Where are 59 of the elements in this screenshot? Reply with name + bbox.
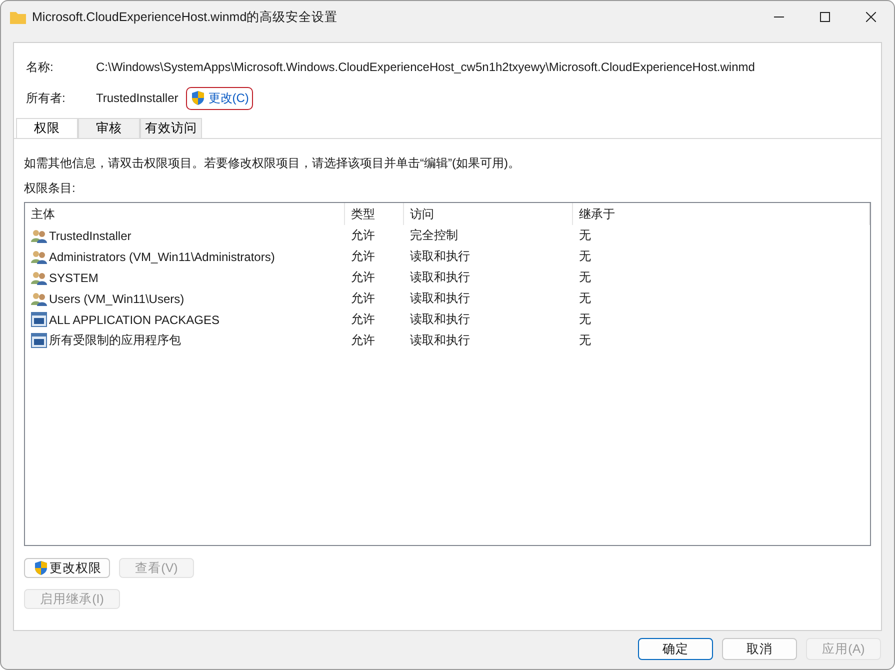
principal-name: TrustedInstaller — [49, 228, 132, 242]
app-window-icon — [31, 333, 47, 348]
object-path: C:\Windows\SystemApps\Microsoft.Windows.CloudExperienceHost_cw5n1h2txyewy\Microsoft.CloudExperienceHost.winmd — [96, 60, 755, 74]
shield-icon — [32, 560, 48, 576]
table-cell-text: 读取和执行 — [409, 311, 471, 328]
table-cell-text: 允许 — [350, 248, 376, 265]
tab[interactable]: 有效访问 — [140, 118, 202, 138]
principal-cell[interactable]: Users (VM_Win11\Users) — [25, 292, 345, 306]
principal-name: ALL APPLICATION PACKAGES — [49, 312, 220, 326]
users-icon — [31, 270, 47, 284]
entries-label: 权限条目: — [24, 180, 76, 197]
principal-cell[interactable]: 所有受限制的应用程序包 — [25, 332, 345, 349]
owner-label: 所有者: — [26, 90, 66, 106]
principal-name: 所有受限制的应用程序包 — [49, 332, 181, 349]
principal-cell[interactable]: ALL APPLICATION PACKAGES — [25, 312, 345, 327]
table-cell-text: 完全控制 — [409, 227, 459, 244]
window-title: Microsoft.CloudExperienceHost.winmd的高级安全设置 — [32, 8, 339, 26]
change-owner-link[interactable]: 更改(C) — [186, 86, 253, 110]
table-cell-text: 读取和执行 — [409, 332, 471, 349]
principal-cell[interactable]: SYSTEM — [25, 270, 345, 284]
column-header[interactable]: 类型 — [345, 203, 404, 225]
principal-cell[interactable]: TrustedInstaller — [25, 228, 345, 242]
table-cell-text: 读取和执行 — [409, 290, 471, 307]
principal-cell[interactable]: Administrators (VM_Win11\Administrators) — [25, 250, 345, 264]
maximize-icon — [820, 12, 830, 22]
app-window-icon — [31, 312, 47, 327]
folder-icon — [10, 10, 26, 24]
table-cell-text: 无 — [578, 248, 592, 265]
principal-name: Administrators (VM_Win11\Administrators) — [49, 250, 275, 264]
column-header[interactable]: 访问 — [404, 203, 573, 225]
principal-name: SYSTEM — [49, 270, 98, 284]
table-cell-text: 无 — [578, 332, 592, 349]
tab[interactable]: 权限 — [16, 118, 78, 138]
table-cell-text: 读取和执行 — [409, 269, 471, 286]
info-text: 如需其他信息，请双击权限项目。若要修改权限项目，请选择该项目并单击“编辑”(如果可用)。 — [24, 155, 521, 172]
owner-name: TrustedInstaller — [96, 91, 178, 105]
table-cell-text: 无 — [578, 269, 592, 286]
change-permissions-button[interactable]: 更改权限 — [24, 558, 110, 578]
table-cell-text: 无 — [578, 311, 592, 328]
dialog-button[interactable]: 确定 — [638, 638, 713, 660]
table-cell-text: 允许 — [350, 311, 376, 328]
table-cell-text: 读取和执行 — [409, 248, 471, 265]
table-cell-text: 允许 — [350, 227, 376, 244]
table-cell-text: 允许 — [350, 290, 376, 307]
table-cell-text: 允许 — [350, 269, 376, 286]
column-header[interactable]: 主体 — [25, 203, 345, 225]
name-label: 名称: — [26, 58, 54, 76]
column-header[interactable]: 继承于 — [573, 203, 870, 225]
shield-icon — [190, 90, 206, 106]
principal-name: Users (VM_Win11\Users) — [49, 292, 184, 306]
users-icon — [31, 228, 47, 242]
users-icon — [31, 292, 47, 306]
close-icon — [866, 12, 876, 22]
table-cell-text: 无 — [578, 227, 592, 244]
table-cell-text: 允许 — [350, 332, 376, 349]
dialog-button[interactable]: 取消 — [722, 638, 797, 660]
users-icon — [31, 250, 47, 264]
table-cell-text: 无 — [578, 290, 592, 307]
tab[interactable]: 审核 — [78, 118, 140, 138]
